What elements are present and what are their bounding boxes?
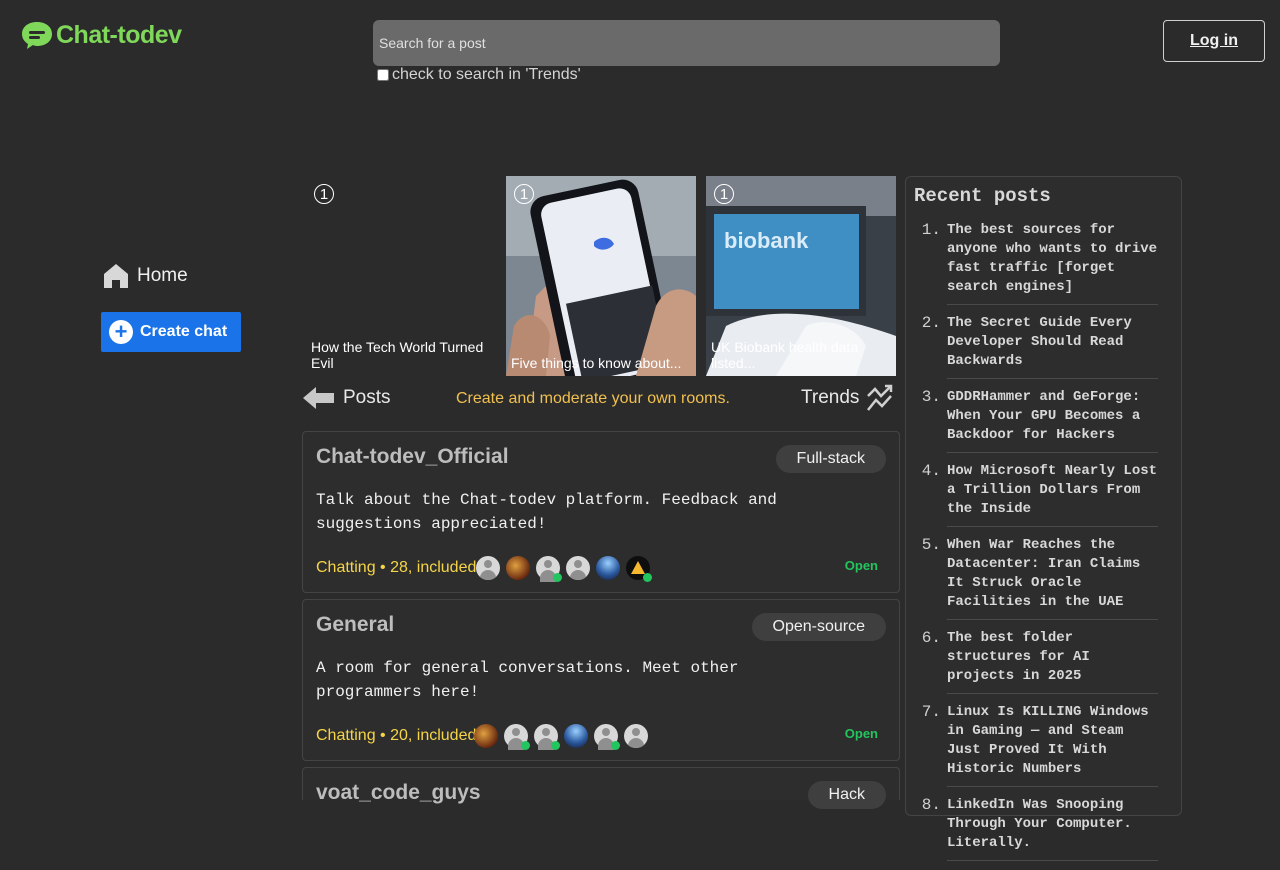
room-tag-badge[interactable]: Full-stack (775, 445, 886, 473)
recent-post-item[interactable]: 4. How Microsoft Nearly Lost a Trillion D… (906, 462, 1158, 527)
trending-card[interactable]: 1 Five things to know about... (506, 176, 696, 376)
recent-post-item[interactable]: 3. GDDRHammer and GeForge: When Your GPU … (906, 388, 1158, 453)
room-participants: Chatting • 28, included (316, 556, 656, 582)
logo-text: Chat-todev (56, 20, 182, 49)
recent-post-index: 5. (921, 536, 941, 554)
logo[interactable]: Chat-todev (20, 20, 182, 50)
avatar[interactable] (534, 724, 561, 750)
online-indicator (611, 741, 621, 750)
avatar[interactable] (596, 556, 621, 580)
avatar[interactable] (476, 556, 501, 580)
trending-rank-badge: 1 (514, 184, 534, 204)
create-chat-button[interactable]: + Create chat (101, 312, 241, 352)
online-indicator (553, 573, 563, 582)
trending-card[interactable]: 1 How the Tech World Turned Evil (306, 176, 496, 376)
avatar[interactable] (564, 724, 589, 748)
recent-post-item[interactable]: 1. The best sources for anyone who wants … (906, 221, 1158, 305)
chat-bubble-logo-icon (22, 22, 52, 49)
room-participants: Chatting • 20, included (316, 724, 654, 750)
room-name[interactable]: Chat-todev_Official (316, 445, 509, 469)
svg-text:biobank: biobank (724, 228, 809, 253)
room-description: A room for general conversations. Meet o… (316, 659, 739, 701)
trending-card[interactable]: biobank 1 UK Biobank health data listed.… (706, 176, 896, 376)
arrow-left-icon (303, 387, 334, 409)
recent-post-title[interactable]: When War Reaches the Datacenter: Iran Cl… (947, 536, 1158, 620)
recent-post-title[interactable]: LinkedIn Was Snooping Through Your Compu… (947, 796, 1158, 861)
trending-chart-icon (867, 384, 893, 411)
room-chatting-count: Chatting • 28, included (316, 559, 477, 576)
trends-checkbox-label: check to search in 'Trends' (392, 66, 581, 83)
avatar[interactable] (566, 556, 591, 580)
recent-post-title[interactable]: The Secret Guide Every Developer Should … (947, 314, 1158, 379)
room-card[interactable]: General Open-source A room for general c… (302, 599, 900, 761)
trends-link[interactable]: Trends (801, 384, 893, 412)
plus-circle-icon: + (109, 320, 133, 344)
recent-post-index: 3. (921, 388, 941, 406)
recent-post-index: 1. (921, 221, 941, 239)
trending-rank-badge: 1 (314, 184, 334, 204)
trending-caption: How the Tech World Turned Evil (311, 339, 484, 371)
avatar[interactable] (474, 724, 499, 748)
recent-post-item[interactable]: 6. The best folder structures for AI proj… (906, 629, 1158, 694)
recent-post-title[interactable]: GDDRHammer and GeForge: When Your GPU Be… (947, 388, 1158, 453)
trending-caption: UK Biobank health data listed... (711, 339, 859, 371)
recent-post-item[interactable]: 2. The Secret Guide Every Developer Shoul… (906, 314, 1158, 379)
room-name[interactable]: General (316, 613, 394, 637)
room-card[interactable]: Chat-todev_Official Full-stack Talk abou… (302, 431, 900, 593)
recent-post-item[interactable]: 8. LinkedIn Was Snooping Through Your Com… (906, 796, 1158, 861)
posts-label: Posts (343, 387, 391, 408)
trending-rank-badge: 1 (714, 184, 734, 204)
room-name[interactable]: voat_code_guys (316, 781, 481, 805)
room-tag-badge[interactable]: Hack (807, 781, 886, 809)
avatar[interactable] (594, 724, 621, 750)
recent-post-title[interactable]: Linux Is KILLING Windows in Gaming — and… (947, 703, 1158, 787)
nav-home[interactable]: Home (103, 263, 188, 289)
home-icon (104, 264, 128, 288)
room-status-open: Open (844, 726, 878, 741)
recent-post-title[interactable]: The best folder structures for AI projec… (947, 629, 1158, 694)
trending-caption: Five things to know about... (511, 355, 682, 371)
online-indicator (521, 741, 531, 750)
search-input[interactable] (373, 20, 1000, 66)
avatar[interactable] (536, 556, 563, 582)
recent-posts-title: Recent posts (914, 185, 1051, 207)
recent-post-index: 8. (921, 796, 941, 814)
avatar[interactable] (506, 556, 531, 580)
recent-posts-panel: Recent posts 1. The best sources for anyo… (905, 176, 1182, 861)
room-chatting-count: Chatting • 20, included (316, 727, 477, 744)
avatar[interactable] (504, 724, 531, 750)
recent-post-title[interactable]: The best sources for anyone who wants to… (947, 221, 1158, 305)
recent-post-item[interactable]: 5. When War Reaches the Datacenter: Iran … (906, 536, 1158, 620)
trends-search-toggle[interactable]: check to search in 'Trends' (374, 66, 581, 84)
online-indicator (551, 741, 561, 750)
avatar[interactable] (624, 724, 649, 748)
room-description: Talk about the Chat-todev platform. Feed… (316, 491, 777, 533)
create-chat-label: Create chat (140, 323, 228, 340)
trends-checkbox[interactable] (377, 69, 389, 81)
recent-post-index: 7. (921, 703, 941, 721)
recent-posts-list: 1. The best sources for anyone who wants … (906, 221, 1158, 870)
avatar[interactable] (626, 556, 653, 582)
room-card[interactable]: voat_code_guys Hack (302, 767, 900, 809)
recent-post-index: 2. (921, 314, 941, 332)
trends-label: Trends (801, 387, 860, 408)
recent-post-item[interactable]: 7. Linux Is KILLING Windows in Gaming — a… (906, 703, 1158, 787)
online-indicator (643, 573, 653, 582)
rooms-tagline: Create and moderate your own rooms. (456, 390, 730, 407)
room-status-open: Open (844, 558, 878, 573)
room-tag-badge[interactable]: Open-source (751, 613, 886, 641)
recent-post-index: 4. (921, 462, 941, 480)
nav-home-label: Home (137, 265, 188, 286)
recent-post-index: 6. (921, 629, 941, 647)
phone-in-hand-image (506, 176, 696, 376)
login-button[interactable]: Log in (1163, 20, 1265, 62)
posts-link[interactable]: Posts (303, 386, 391, 410)
recent-post-title[interactable]: How Microsoft Nearly Lost a Trillion Dol… (947, 462, 1158, 527)
